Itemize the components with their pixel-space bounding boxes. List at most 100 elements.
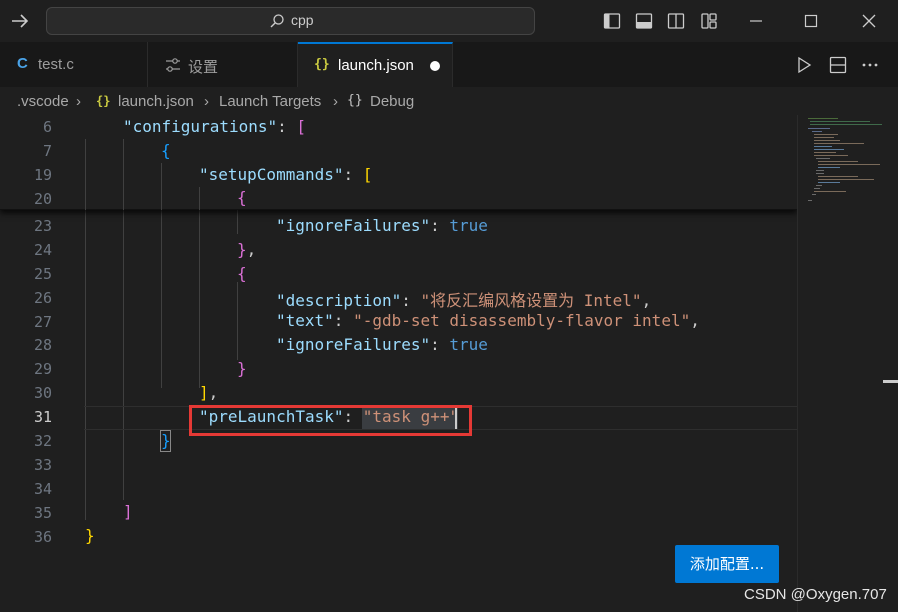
indent-guide [123,139,124,210]
indent-guide [199,187,200,210]
line-number: 36 [33,528,52,546]
line-number: 29 [33,360,52,378]
sticky-scroll-header[interactable]: 6 7 19 20 "configurations": [ { "setupCo… [0,115,797,210]
code-line: ], [199,383,219,402]
chevron-right-icon: › [76,93,81,110]
minimap-line [818,164,880,165]
minimap-line [814,143,864,144]
minimap-line [808,200,812,201]
breadcrumb-folder[interactable]: .vscode [17,93,69,110]
breadcrumb-item[interactable]: Debug [370,93,414,110]
indent-guide [85,139,86,210]
minimap-line [814,188,820,189]
settings-icon [166,58,180,72]
line-number: 23 [33,217,52,235]
tab-test-c[interactable]: C test.c [0,42,148,87]
maximize-icon[interactable] [800,10,822,32]
line-number: 32 [33,432,52,450]
minimap-line [814,137,834,138]
code-line: }, [237,240,257,259]
indent-guide [237,210,238,234]
code-line: ] [123,502,133,521]
code-line: { [161,141,171,160]
minimap-line [816,170,824,171]
go-forward-icon[interactable] [8,9,32,33]
toggle-primary-sidebar-icon[interactable] [603,12,621,30]
line-number: 7 [42,142,52,160]
toggle-panel-icon[interactable] [635,12,653,30]
minimap-line [808,128,830,129]
json-file-icon: {} [314,57,330,72]
unsaved-dot-icon[interactable] [430,61,440,71]
indent-guide [161,210,162,388]
chevron-right-icon: › [333,93,338,110]
line-number: 24 [33,241,52,259]
minimap-line [818,176,858,177]
indent-guide [85,210,86,520]
minimap-line [816,173,824,174]
minimap-line [814,146,832,147]
line-number: 30 [33,384,52,402]
command-center-search[interactable]: cpp [46,7,535,35]
line-number: 33 [33,456,52,474]
minimap-line [818,182,840,183]
indent-guide [161,163,162,210]
minimap[interactable] [797,115,898,612]
code-line: } [237,359,247,378]
code-line: "setupCommands": [ [199,165,373,184]
line-number-current: 31 [33,408,52,426]
indent-guide [123,210,124,500]
code-line: { [237,264,247,283]
watermark: CSDN @Oxygen.707 [744,586,887,603]
close-icon[interactable] [858,10,880,32]
line-number: 28 [33,336,52,354]
tab-label: test.c [38,56,74,73]
line-number: 27 [33,313,52,331]
minimap-line [818,179,874,180]
tab-label: 设置 [188,59,219,76]
customize-layout-icon[interactable] [700,12,718,30]
tab-settings[interactable]: 设置 [148,42,298,87]
split-editor-icon[interactable] [828,55,848,75]
minimap-line [814,155,848,156]
code-line: "description": "将反汇编风格设置为 Intel", [276,291,652,310]
code-line: "ignoreFailures": true [276,216,488,235]
breadcrumb: .vscode › {} launch.json › Launch Target… [0,87,898,115]
indent-guide [199,210,200,388]
scrollbar-position-marker[interactable] [883,380,898,383]
minimap-line [810,121,870,122]
code-line: "configurations": [ [123,117,307,136]
line-number: 19 [33,166,52,184]
minimap-line [814,134,838,135]
minimap-line [816,158,830,159]
indent-guide [237,282,238,360]
run-icon[interactable] [794,55,814,75]
line-number: 34 [33,480,52,498]
line-number: 35 [33,504,52,522]
command-center-text: cpp [291,12,314,28]
line-number: 20 [33,190,52,208]
tab-label: launch.json [338,57,414,74]
editor-tab-bar: C test.c 设置 {} launch.json [0,42,898,87]
minimap-line [814,149,844,150]
minimap-line [816,185,822,186]
minimap-line [810,124,882,125]
code-line: { [237,188,247,207]
minimap-line [814,152,836,153]
code-editor[interactable]: 23 24 25 26 27 28 29 30 31 32 33 34 35 3… [0,115,797,612]
minimap-line [814,191,846,192]
line-number: 6 [42,118,52,136]
minimap-line [808,118,838,119]
minimap-line [812,194,816,195]
breadcrumb-section[interactable]: Launch Targets [219,93,321,110]
toggle-secondary-sidebar-icon[interactable] [667,12,685,30]
tab-launch-json[interactable]: {} launch.json [298,42,453,87]
search-icon [270,14,284,28]
breadcrumb-file[interactable]: launch.json [118,93,194,110]
add-configuration-button[interactable]: 添加配置... [675,545,779,583]
minimize-icon[interactable] [745,10,767,32]
code-line: } [161,431,171,450]
minimap-line [814,140,840,141]
code-line: "text": "-gdb-set disassembly-flavor int… [276,311,700,330]
more-actions-icon[interactable] [860,55,880,75]
